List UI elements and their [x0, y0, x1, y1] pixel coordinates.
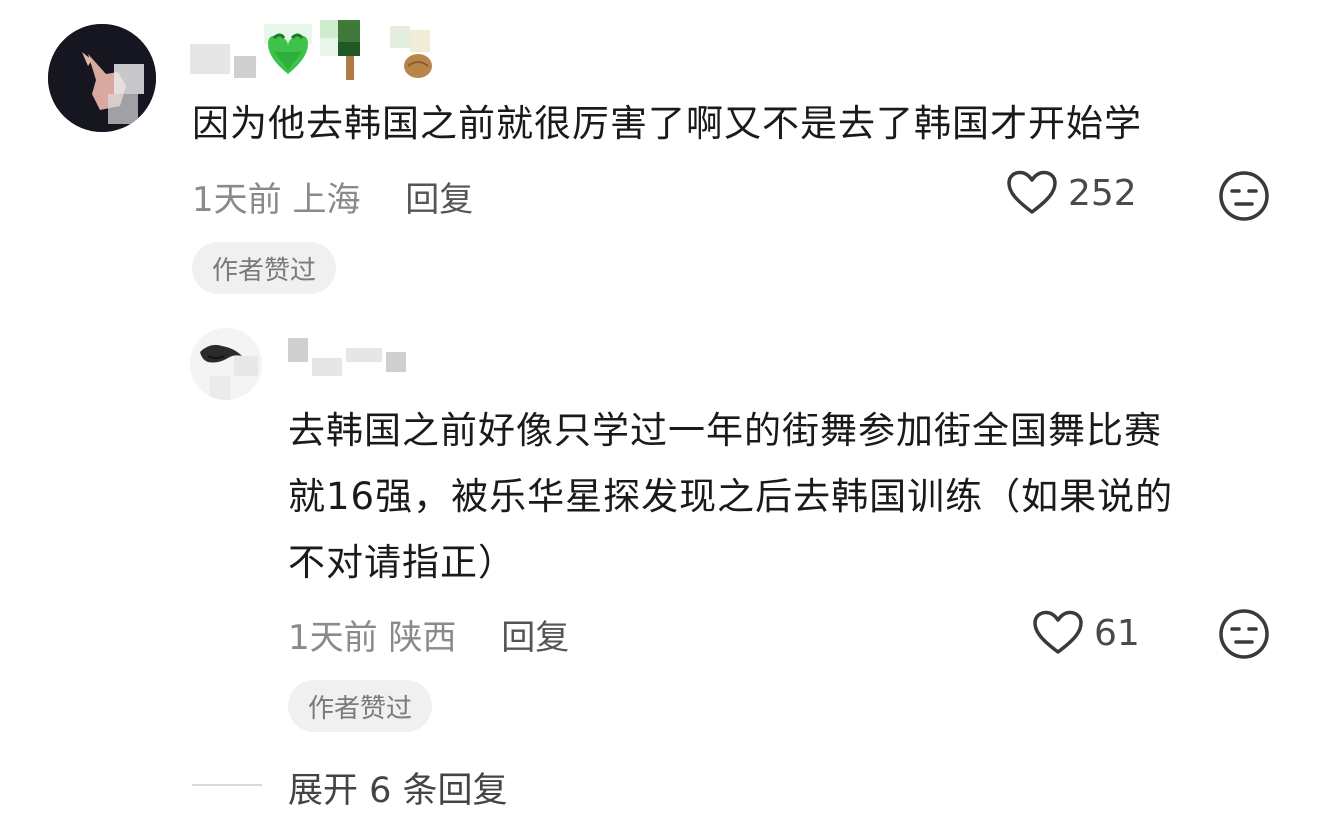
author-liked-badge: 作者赞过 [192, 242, 337, 294]
avatar-image [190, 328, 262, 400]
meh-face-icon [1219, 609, 1269, 659]
main-commenter-avatar[interactable] [48, 24, 156, 132]
walnut-emoji [390, 26, 432, 78]
heart-outline-icon [1033, 610, 1083, 654]
comment-location: 陕西 [388, 618, 457, 658]
reply-button[interactable]: 回复 [405, 180, 473, 220]
avatar-image [48, 24, 156, 132]
heart-outline-icon [1007, 170, 1057, 214]
expand-divider [192, 784, 262, 786]
reply-commenter-username[interactable] [288, 338, 406, 376]
main-commenter-username[interactable] [190, 20, 436, 82]
comment-time: 1天前 [192, 180, 282, 220]
like-count: 61 [1094, 612, 1140, 654]
reply-like-button[interactable]: 61 [1032, 610, 1140, 656]
reply-text-line: 不对请指正） [288, 541, 516, 584]
comment-time: 1天前 [288, 618, 378, 658]
reply-text-line: 去韩国之前好像只学过一年的街舞参加街全国舞比赛 [288, 409, 1162, 452]
green-heart-face-emoji [264, 24, 312, 74]
meh-face-icon [1219, 171, 1269, 221]
username-blur [288, 338, 308, 362]
username-blur [312, 358, 342, 376]
reply-commenter-avatar[interactable] [190, 328, 262, 400]
reply-comment-text: 去韩国之前好像只学过一年的街舞参加街全国舞比赛 就16强，被乐华星探发现之后去韩… [288, 398, 1173, 596]
reply-text-line: 就16强，被乐华星探发现之后去韩国训练（如果说的 [288, 475, 1174, 518]
reply-comment-meta: 1天前 陕西 回复 [288, 610, 569, 659]
author-liked-badge: 作者赞过 [288, 680, 433, 732]
pixel-tree-emoji [320, 20, 360, 80]
reply-button[interactable]: 回复 [501, 618, 569, 658]
main-comment-text: 因为他去韩国之前就很厉害了啊又不是去了韩国才开始学 [192, 102, 1142, 145]
username-blur [234, 56, 256, 78]
username-blur [386, 352, 406, 372]
main-comment-meta: 1天前 上海 回复 [192, 172, 473, 221]
main-dislike-button[interactable] [1218, 170, 1270, 222]
expand-replies-button[interactable]: 展开 6 条回复 [288, 762, 508, 813]
username-blur [346, 348, 382, 362]
main-like-button[interactable]: 252 [1006, 170, 1137, 216]
comment-location: 上海 [292, 180, 361, 220]
reply-dislike-button[interactable] [1218, 608, 1270, 660]
username-blur [190, 44, 230, 74]
like-count: 252 [1068, 172, 1137, 214]
